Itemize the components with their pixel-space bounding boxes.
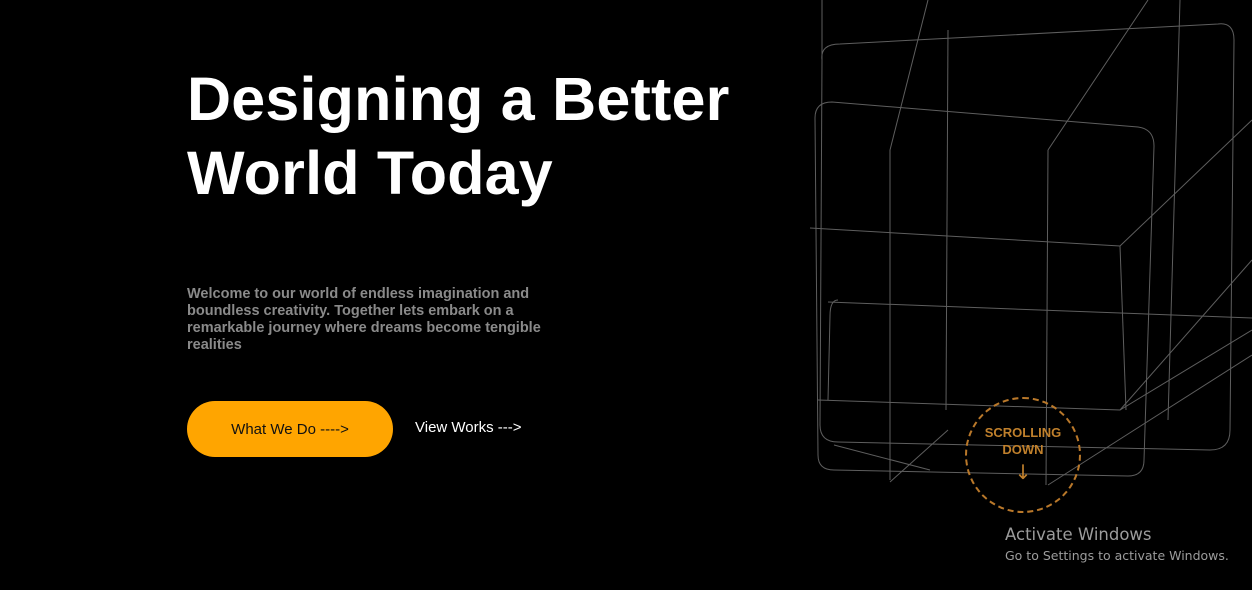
watermark-title: Activate Windows xyxy=(1005,525,1152,544)
hero-description: Welcome to our world of endless imaginat… xyxy=(187,286,541,353)
scrolling-down-indicator[interactable]: SCROLLING DOWN ↓ xyxy=(965,397,1081,513)
view-works-link[interactable]: View Works ---> xyxy=(415,419,522,437)
hero-title: Designing a Better World Today xyxy=(187,62,807,210)
watermark-subtitle: Go to Settings to activate Windows. xyxy=(1005,548,1229,563)
hero-title-line-2: World Today xyxy=(187,139,553,207)
activate-windows-watermark: Activate Windows Go to Settings to activ… xyxy=(1005,525,1229,564)
arrow-down-icon: ↓ xyxy=(1014,460,1032,484)
hero-title-line-1: Designing a Better xyxy=(187,65,730,133)
scrolling-down-label: SCROLLING DOWN xyxy=(984,425,1062,457)
what-we-do-button[interactable]: What We Do ----> xyxy=(187,401,393,457)
